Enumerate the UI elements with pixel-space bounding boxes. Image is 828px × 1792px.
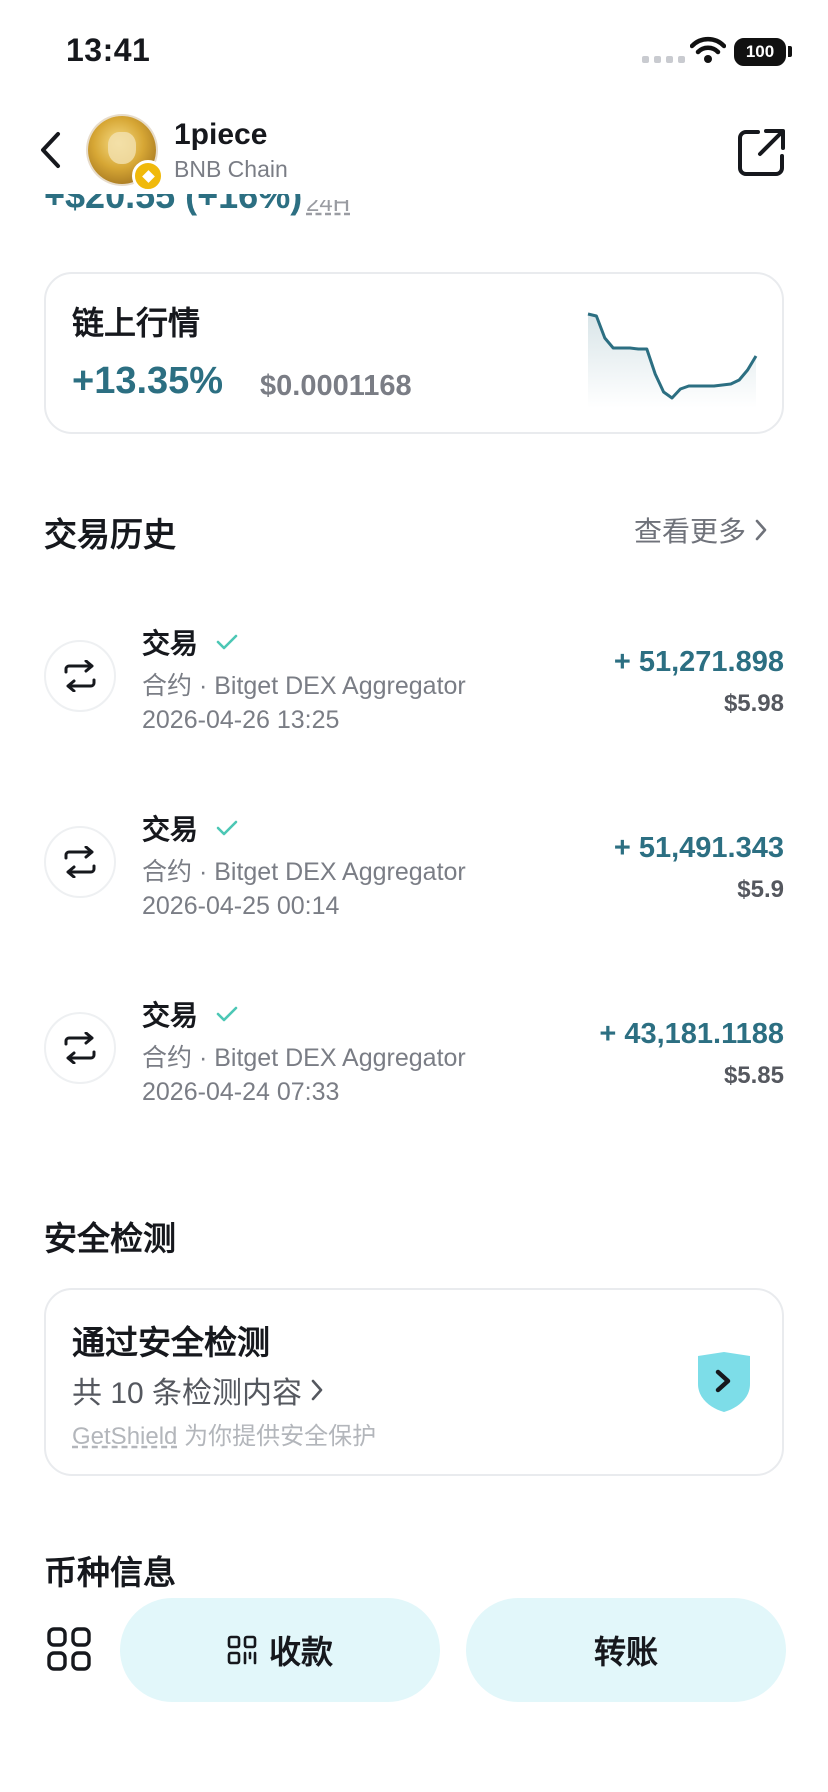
tx-amount: + 51,491.343 (613, 832, 784, 864)
check-icon (216, 820, 238, 836)
tx-contract: 合约 · Bitget DEX Aggregator (142, 858, 466, 886)
tx-title: 交易 (142, 622, 238, 662)
back-button[interactable] (32, 126, 68, 174)
price-change-period: 24H (306, 200, 350, 216)
battery-level: 100 (745, 42, 775, 61)
share-icon[interactable] (736, 126, 788, 178)
token-logo-figure (108, 132, 136, 164)
price-change-partial-text: +$20.55 (+16%) (44, 194, 303, 216)
tx-date: 2026-04-26 13:25 (142, 706, 340, 734)
market-change: +13.35% (72, 360, 224, 402)
receive-label: 收款 (268, 1634, 333, 1670)
view-more-link[interactable]: 查看更多 (634, 510, 768, 550)
cellular-signal-icon (642, 56, 685, 63)
qr-code-icon (227, 1635, 257, 1665)
chevron-left-icon (41, 132, 60, 168)
security-section-title: 安全检测 (44, 1220, 176, 1257)
transfer-label: 转账 (593, 1634, 658, 1670)
status-time: 13:41 (66, 32, 151, 68)
swap-icon (64, 1032, 96, 1064)
market-price: $0.0001168 (260, 370, 412, 402)
bnb-chain-badge-icon (132, 160, 164, 192)
chevron-right-icon (755, 519, 767, 541)
tx-usd: $5.98 (723, 690, 784, 717)
tx-contract: 合约 · Bitget DEX Aggregator (142, 672, 466, 700)
price-sparkline (587, 312, 758, 408)
security-card-title: 通过安全检测 (72, 1324, 270, 1361)
apps-grid-icon[interactable] (46, 1626, 92, 1672)
check-icon (216, 634, 238, 650)
chevron-right-icon (311, 1379, 323, 1401)
chain-name: BNB Chain (174, 156, 288, 182)
market-title: 链上行情 (72, 305, 201, 341)
getshield-link[interactable]: GetShield (72, 1423, 177, 1450)
check-icon (216, 1006, 238, 1022)
receive-button[interactable]: 收款 (120, 1598, 440, 1702)
tx-usd: $5.85 (723, 1062, 784, 1089)
sparkline-area (588, 314, 756, 408)
transfer-button[interactable]: 转账 (466, 1598, 786, 1702)
battery-icon: 100 (734, 38, 786, 66)
price-change-period-text: 24H (306, 200, 351, 216)
tx-amount: + 51,271.898 (613, 646, 784, 678)
tx-title-label: 交易 (142, 814, 199, 845)
token-info-title: 币种信息 (44, 1554, 176, 1591)
tx-title-label: 交易 (142, 1000, 199, 1031)
tx-date: 2026-04-24 07:33 (142, 1078, 340, 1106)
wifi-icon (690, 36, 726, 63)
swap-icon (64, 846, 96, 878)
shield-icon (698, 1352, 750, 1412)
tx-icon (44, 1012, 116, 1084)
security-count-label: 共 10 条检测内容 (72, 1377, 303, 1410)
swap-icon (64, 660, 96, 692)
tx-amount: + 43,181.1188 (599, 1018, 784, 1050)
price-change-partial: +$20.55 (+16%) (44, 194, 302, 216)
security-footer: GetShield 为你提供安全保护 (72, 1416, 376, 1451)
history-title: 交易历史 (44, 516, 176, 553)
tx-contract: 合约 · Bitget DEX Aggregator (142, 1044, 466, 1072)
tx-usd: $5.9 (737, 876, 784, 903)
tx-title: 交易 (142, 994, 238, 1034)
tx-title: 交易 (142, 808, 238, 848)
tx-date: 2026-04-25 00:14 (142, 892, 340, 920)
tx-icon (44, 826, 116, 898)
security-count[interactable]: 共 10 条检测内容 (72, 1368, 324, 1412)
tx-icon (44, 640, 116, 712)
token-name: 1piece (174, 118, 268, 151)
tx-title-label: 交易 (142, 628, 199, 659)
security-footer-text: 为你提供安全保护 (177, 1423, 377, 1450)
battery-tip (788, 46, 792, 57)
view-more-label: 查看更多 (634, 516, 747, 547)
